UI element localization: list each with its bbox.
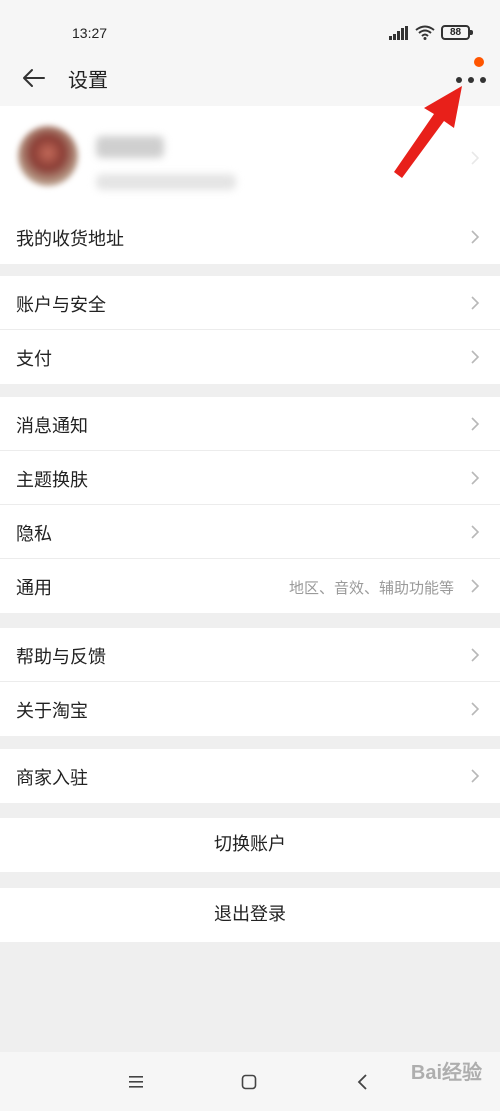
blurred-username [96,136,164,158]
settings-item-address[interactable]: 我的收货地址 [0,210,500,264]
settings-item-label: 隐私 [16,524,52,545]
blurred-account-info [96,174,236,190]
chevron-right-icon [471,769,480,783]
settings-item-general[interactable]: 通用 地区、音效、辅助功能等 [0,559,500,613]
status-icons: 88 [389,25,473,40]
settings-group-general: 消息通知 主题换肤 隐私 通用 地区、音效、辅助功能等 [0,397,500,613]
settings-item-merchant[interactable]: 商家入驻 [0,749,500,803]
back-arrow-icon[interactable] [20,64,48,92]
annotation-arrow-icon [394,86,462,178]
chevron-right-icon [471,296,480,310]
switch-account-button[interactable]: 切换账户 [0,818,500,872]
settings-item-notifications[interactable]: 消息通知 [0,397,500,451]
settings-item-privacy[interactable]: 隐私 [0,505,500,559]
status-time: 13:27 [72,25,108,41]
settings-item-theme[interactable]: 主题换肤 [0,451,500,505]
watermark-logo: Bai经验 [410,1062,482,1084]
chevron-right-icon [471,648,480,662]
settings-group-account: 账户与安全 支付 [0,276,500,384]
settings-item-label: 支付 [16,349,52,370]
settings-item-label: 通用 [16,578,52,599]
settings-item-label: 商家入驻 [16,768,88,789]
settings-group-merchant: 商家入驻 [0,749,500,803]
battery-indicator: 88 [441,25,473,40]
settings-item-payment[interactable]: 支付 [0,330,500,384]
settings-group-address: 我的收货地址 [0,210,500,264]
home-icon[interactable] [241,1074,257,1090]
settings-item-label: 我的收货地址 [16,229,124,250]
settings-item-label: 消息通知 [16,416,88,437]
settings-item-label: 主题换肤 [16,470,88,491]
settings-item-label: 帮助与反馈 [16,647,106,668]
signal-icon [389,25,408,40]
chevron-right-icon [471,350,480,364]
avatar [18,126,78,186]
settings-item-label: 账户与安全 [16,295,106,316]
back-icon[interactable] [356,1073,368,1091]
chevron-right-icon [471,230,480,244]
logout-button[interactable]: 退出登录 [0,888,500,942]
chevron-right-icon [471,702,480,716]
settings-group-help: 帮助与反馈 关于淘宝 [0,628,500,736]
menu-icon[interactable] [127,1074,145,1090]
settings-item-hint: 地区、音效、辅助功能等 [288,579,454,597]
status-bar: 13:27 88 [0,0,500,48]
page-title: 设置 [68,68,108,92]
notification-dot [474,57,484,67]
chevron-right-icon [471,579,480,593]
settings-item-about[interactable]: 关于淘宝 [0,682,500,736]
wifi-icon [415,25,435,40]
chevron-right-icon [471,471,480,485]
settings-item-account-security[interactable]: 账户与安全 [0,276,500,330]
chevron-right-icon [471,417,480,431]
chevron-right-icon [471,525,480,539]
chevron-right-icon [471,151,480,165]
settings-item-label: 关于淘宝 [16,701,88,722]
settings-item-help-feedback[interactable]: 帮助与反馈 [0,628,500,682]
